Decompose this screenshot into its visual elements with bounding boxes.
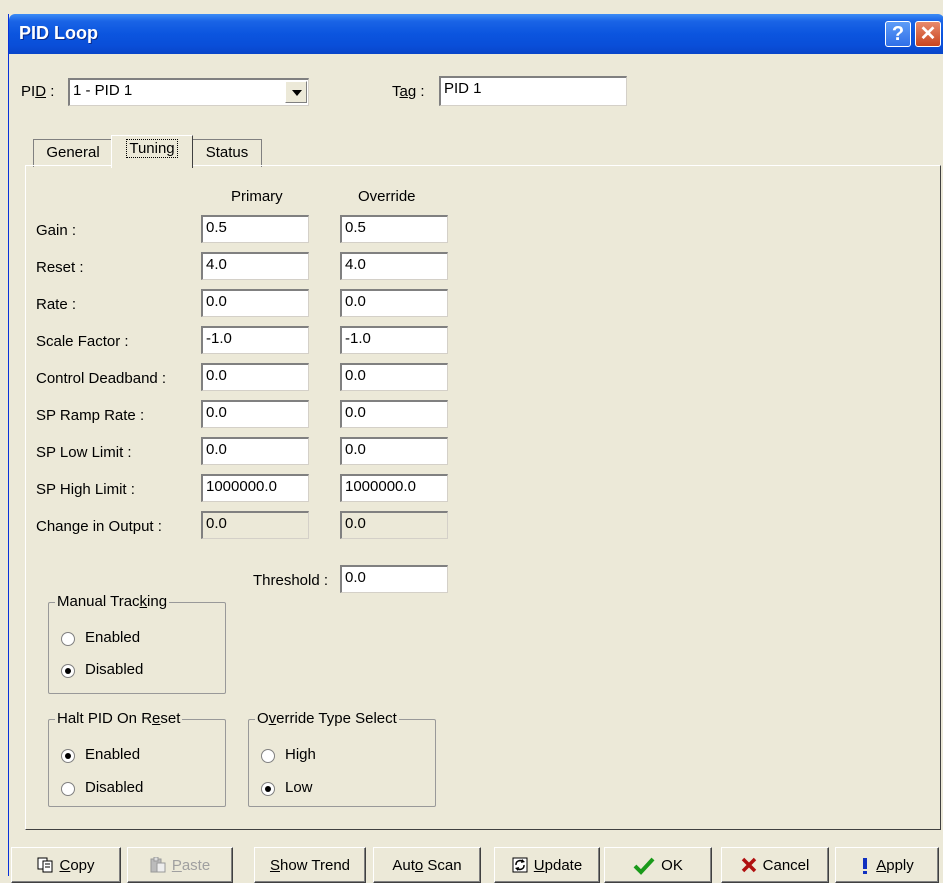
tab-general[interactable]: General xyxy=(33,139,113,167)
override-type-low-radio[interactable] xyxy=(261,782,275,796)
primary-field[interactable]: -1.0 xyxy=(201,326,309,354)
tuning-panel: Primary Override Gain : 0.5 0.5 Reset : 4.0 4… xyxy=(25,165,941,830)
halt-pid-group: Halt PID On Reset Enabled Disabled xyxy=(48,710,226,807)
apply-label: Apply xyxy=(876,856,914,874)
copy-button[interactable]: Copy xyxy=(11,847,121,883)
primary-field[interactable]: 0.0 xyxy=(201,437,309,465)
tuning-row-label: Rate : xyxy=(36,296,77,313)
tuning-row-label: Gain : xyxy=(36,222,77,239)
show-trend-button[interactable]: Show Trend xyxy=(254,847,366,883)
pid-select[interactable]: 1 - PID 1 xyxy=(68,78,309,106)
override-field[interactable]: 0.5 xyxy=(340,215,448,243)
paste-icon xyxy=(150,856,166,873)
show-trend-label: Show Trend xyxy=(269,856,351,874)
exclamation-icon xyxy=(860,857,870,874)
override-field[interactable]: 0.0 xyxy=(340,363,448,391)
manual-tracking-group: Manual Tracking Enabled Disabled xyxy=(48,593,226,694)
tab-tuning[interactable]: Tuning xyxy=(111,135,193,168)
x-icon xyxy=(741,857,757,873)
column-override-header: Override xyxy=(358,188,416,205)
auto-scan-label: Auto Scan xyxy=(392,856,462,874)
tag-field[interactable]: PID 1 xyxy=(439,76,627,106)
override-type-title: Override Type Select xyxy=(255,710,399,727)
cancel-label: Cancel xyxy=(762,856,810,874)
tuning-row-label: SP Ramp Rate : xyxy=(36,407,145,424)
ok-button[interactable]: OK xyxy=(604,847,712,883)
override-field[interactable]: -1.0 xyxy=(340,326,448,354)
auto-scan-button[interactable]: Auto Scan xyxy=(373,847,481,883)
window-title: PID Loop xyxy=(19,23,98,43)
ok-label: OK xyxy=(661,856,683,874)
tuning-row-label: Change in Output : xyxy=(36,518,162,535)
primary-field[interactable]: 0.0 xyxy=(201,289,309,317)
halt-pid-title: Halt PID On Reset xyxy=(55,710,183,727)
override-field[interactable]: 1000000.0 xyxy=(340,474,448,502)
manual-tracking-enabled-radio[interactable] xyxy=(61,632,75,646)
copy-label: Copy xyxy=(59,856,95,874)
column-primary-header: Primary xyxy=(231,188,283,205)
close-button[interactable]: ✕ xyxy=(915,21,941,47)
help-button[interactable]: ? xyxy=(885,21,911,47)
manual-tracking-title: Manual Tracking xyxy=(55,593,170,610)
override-type-high-radio[interactable] xyxy=(261,749,275,763)
override-field[interactable]: 0.0 xyxy=(340,437,448,465)
halt-pid-disabled-label[interactable]: Disabled xyxy=(85,779,143,796)
override-type-group: Override Type Select High Low xyxy=(248,710,436,807)
primary-field[interactable]: 4.0 xyxy=(201,252,309,280)
paste-label: Paste xyxy=(171,856,211,874)
halt-pid-enabled-label[interactable]: Enabled xyxy=(85,746,140,763)
threshold-label: Threshold : xyxy=(253,572,329,589)
primary-field[interactable]: 1000000.0 xyxy=(201,474,309,502)
cancel-button[interactable]: Cancel xyxy=(721,847,829,883)
override-field[interactable]: 0.0 xyxy=(340,400,448,428)
override-field[interactable]: 0.0 xyxy=(340,289,448,317)
refresh-icon xyxy=(512,857,528,873)
apply-button[interactable]: Apply xyxy=(835,847,939,883)
tuning-row-label: Scale Factor : xyxy=(36,333,129,350)
tag-label: Tag : xyxy=(392,83,425,100)
tuning-row-label: Control Deadband : xyxy=(36,370,167,387)
override-type-high-label[interactable]: High xyxy=(285,746,316,763)
update-label: Update xyxy=(533,856,583,874)
tab-status[interactable]: Status xyxy=(192,139,262,167)
override-field[interactable]: 4.0 xyxy=(340,252,448,280)
override-type-low-label[interactable]: Low xyxy=(285,779,313,796)
threshold-field[interactable]: 0.0 xyxy=(340,565,448,593)
check-icon xyxy=(633,857,655,875)
override-field: 0.0 xyxy=(340,511,448,539)
manual-tracking-disabled-radio[interactable] xyxy=(61,664,75,678)
tuning-row-label: SP Low Limit : xyxy=(36,444,132,461)
primary-field: 0.0 xyxy=(201,511,309,539)
paste-button[interactable]: Paste xyxy=(127,847,233,883)
primary-field[interactable]: 0.5 xyxy=(201,215,309,243)
pid-loop-dialog: PID Loop ? ✕ PID : 1 - PID 1 Tag : PID 1… xyxy=(8,14,943,883)
tuning-row-label: Reset : xyxy=(36,259,84,276)
title-bar[interactable]: PID Loop ? ✕ xyxy=(9,14,943,54)
primary-field[interactable]: 0.0 xyxy=(201,363,309,391)
halt-pid-enabled-radio[interactable] xyxy=(61,749,75,763)
copy-icon xyxy=(37,857,53,873)
halt-pid-disabled-radio[interactable] xyxy=(61,782,75,796)
primary-field[interactable]: 0.0 xyxy=(201,400,309,428)
tuning-row-label: SP High Limit : xyxy=(36,481,135,498)
update-button[interactable]: Update xyxy=(494,847,600,883)
pid-select-value: 1 - PID 1 xyxy=(73,82,133,99)
chevron-down-icon[interactable] xyxy=(285,81,307,103)
manual-tracking-disabled-label[interactable]: Disabled xyxy=(85,661,143,678)
pid-label: PID : xyxy=(21,83,55,100)
manual-tracking-enabled-label[interactable]: Enabled xyxy=(85,629,140,646)
